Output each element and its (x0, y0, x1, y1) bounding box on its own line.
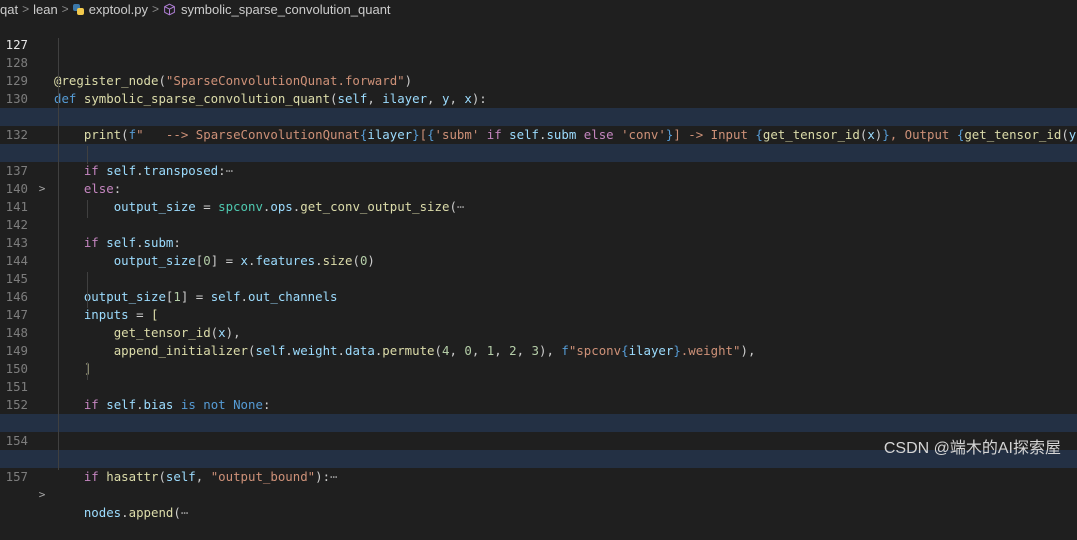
line-number: 157 (5, 469, 28, 484)
indent-guide (87, 146, 88, 164)
breadcrumb-separator: > (22, 2, 30, 16)
breadcrumb-item-lean[interactable]: lean (33, 2, 58, 17)
fold-chevron-icon[interactable]: > (37, 486, 47, 504)
python-file-icon (72, 3, 84, 15)
breadcrumb-separator: > (151, 2, 159, 16)
code-line: 150 if self.bias is not None: (0, 342, 1077, 412)
code-line: 129 register_tensor(y) (0, 54, 1077, 124)
code-line: 141 if self.subm: (0, 180, 1077, 250)
code-line: 140 (0, 162, 1077, 196)
code-line: 142 output_size[0] = x.features.size(0) (0, 198, 1077, 268)
breadcrumb: qat > lean > exptool.py > symbolic_spars… (0, 0, 1077, 18)
method-cube-icon (164, 3, 175, 15)
code-text: if hasattr(self, "output_bound"):⋯ (83, 469, 338, 484)
code-line: 153 output_bound = 200000 (0, 396, 1077, 466)
code-line: 145 inputs = [ (0, 252, 1077, 322)
code-line: 143 (0, 216, 1077, 250)
code-line: 136 else: (0, 126, 1077, 196)
breadcrumb-separator: > (61, 2, 69, 16)
code-line: 151 inputs.append(append_initializer(sel… (0, 360, 1077, 430)
code-line: 128 def symbolic_sparse_convolution_quan… (0, 36, 1077, 106)
code-line: 131 (0, 90, 1077, 124)
code-line-folded: 132 > if self.transposed:⋯ (0, 108, 1077, 178)
breadcrumb-item-qat[interactable]: qat (0, 2, 18, 17)
breadcrumb-item-symbol[interactable]: symbolic_sparse_convolution_quant (163, 2, 391, 17)
code-line-folded: 137 > output_size = spconv.ops.get_conv_… (0, 144, 1077, 214)
indent-guide (87, 272, 88, 308)
code-line: 130 print(f" --> SparseConvolutionQunat{… (0, 72, 1077, 142)
code-editor[interactable]: 127 @register_node("SparseConvolutionQun… (0, 18, 1077, 520)
code-line: 146 get_tensor_id(x), (0, 270, 1077, 340)
indent-guide (87, 362, 88, 380)
code-line: 152 (0, 378, 1077, 412)
code-text: nodes.append(⋯ (83, 505, 189, 520)
code-line-folded: 154 > if hasattr(self, "output_bound"):⋯ (0, 414, 1077, 484)
indent-guide (58, 38, 59, 470)
code-line: 127 @register_node("SparseConvolutionQun… (0, 18, 1077, 88)
breadcrumb-item-file[interactable]: exptool.py (72, 2, 148, 17)
code-line: 144 output_size[1] = self.out_channels (0, 234, 1077, 304)
watermark: CSDN @端木的AI探索屋 (883, 440, 1061, 457)
indent-guide (87, 200, 88, 218)
code-line: 148 ] (0, 306, 1077, 376)
code-line: 149 (0, 324, 1077, 358)
code-line: 147 append_initializer(self.weight.data.… (0, 288, 1077, 358)
